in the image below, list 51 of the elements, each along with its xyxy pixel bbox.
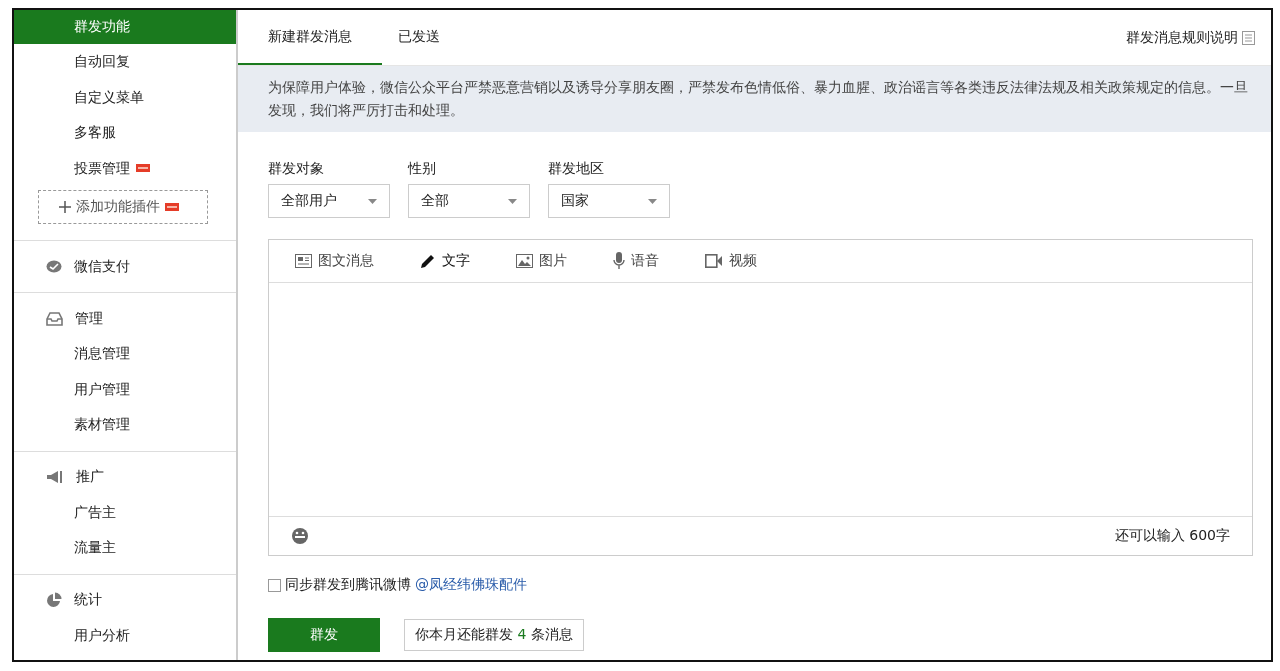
- filter-label: 群发对象: [268, 160, 325, 178]
- rules-link[interactable]: 群发消息规则说明: [1126, 28, 1238, 47]
- pie-chart-icon: [46, 592, 62, 608]
- sidebar-item[interactable]: 多客服: [14, 115, 236, 151]
- sidebar-item[interactable]: 流量主: [14, 530, 236, 566]
- sidebar-item[interactable]: 自定义菜单: [14, 79, 236, 115]
- caret-icon: [368, 198, 377, 204]
- message-type-tab[interactable]: 文字: [420, 252, 470, 270]
- document-icon: [1242, 30, 1255, 45]
- message-type-tab[interactable]: 图片: [516, 252, 567, 270]
- article-icon: [295, 254, 312, 268]
- quota-text: 你本月还能群发 4 条消息: [415, 626, 573, 642]
- sidebar-section-title[interactable]: 统计: [74, 591, 102, 609]
- filter-label: 群发地区: [548, 160, 605, 178]
- microphone-icon: [613, 252, 625, 270]
- dropdown[interactable]: 全部: [408, 184, 530, 218]
- notice-text: 为保障用户体验，微信公众平台严禁恶意营销以及诱导分享朋友圈，严禁发布色情低俗、暴力血腥、政治谣言等各类违反法律法规及相关政策规定的信息。一旦发现，我们将严厉打击和处理。: [238, 66, 1271, 132]
- dropdown[interactable]: 全部用户: [268, 184, 390, 218]
- inbox-tray-icon: [46, 311, 63, 326]
- emoji-icon[interactable]: [291, 527, 309, 545]
- sidebar-section-title[interactable]: 微信支付: [74, 257, 130, 276]
- sidebar-item[interactable]: 用户管理: [14, 371, 236, 407]
- sidebar-section-title[interactable]: 推广: [76, 468, 104, 486]
- plus-icon: [59, 201, 71, 213]
- caret-icon: [508, 198, 517, 204]
- pencil-icon: [420, 253, 436, 269]
- message-type-tab[interactable]: 语音: [613, 252, 659, 270]
- sidebar-item[interactable]: 广告主: [14, 494, 236, 530]
- filter-label: 性别: [408, 160, 437, 178]
- sidebar-item[interactable]: 用户分析: [14, 617, 236, 653]
- megaphone-icon: [46, 470, 64, 484]
- sidebar-item[interactable]: 投票管理: [14, 150, 236, 186]
- caret-icon: [648, 198, 657, 204]
- checkbox[interactable]: [268, 578, 281, 592]
- sidebar-item[interactable]: 消息管理: [14, 336, 236, 372]
- image-icon: [516, 254, 533, 268]
- sidebar-item[interactable]: 自动回复: [14, 44, 236, 80]
- add-plugin-button[interactable]: 添加功能插件: [38, 190, 208, 224]
- sidebar-item[interactable]: 素材管理: [14, 407, 236, 443]
- send-button[interactable]: 群发: [268, 618, 380, 652]
- account-link[interactable]: @凤经纬佛珠配件: [415, 576, 527, 594]
- video-camera-icon: [705, 254, 723, 268]
- dropdown[interactable]: 国家: [548, 184, 670, 218]
- chat-bubble-icon: [46, 259, 62, 274]
- character-counter: 还可以输入 600字: [1114, 527, 1230, 545]
- message-type-tab[interactable]: 视频: [705, 252, 757, 270]
- message-type-tab[interactable]: 图文消息: [295, 252, 374, 270]
- sync-label: 同步群发到腾讯微博: [285, 576, 411, 594]
- tab[interactable]: 已发送: [382, 10, 470, 65]
- sidebar-section-title[interactable]: 管理: [75, 309, 103, 328]
- sidebar-item[interactable]: 群发功能: [14, 10, 236, 44]
